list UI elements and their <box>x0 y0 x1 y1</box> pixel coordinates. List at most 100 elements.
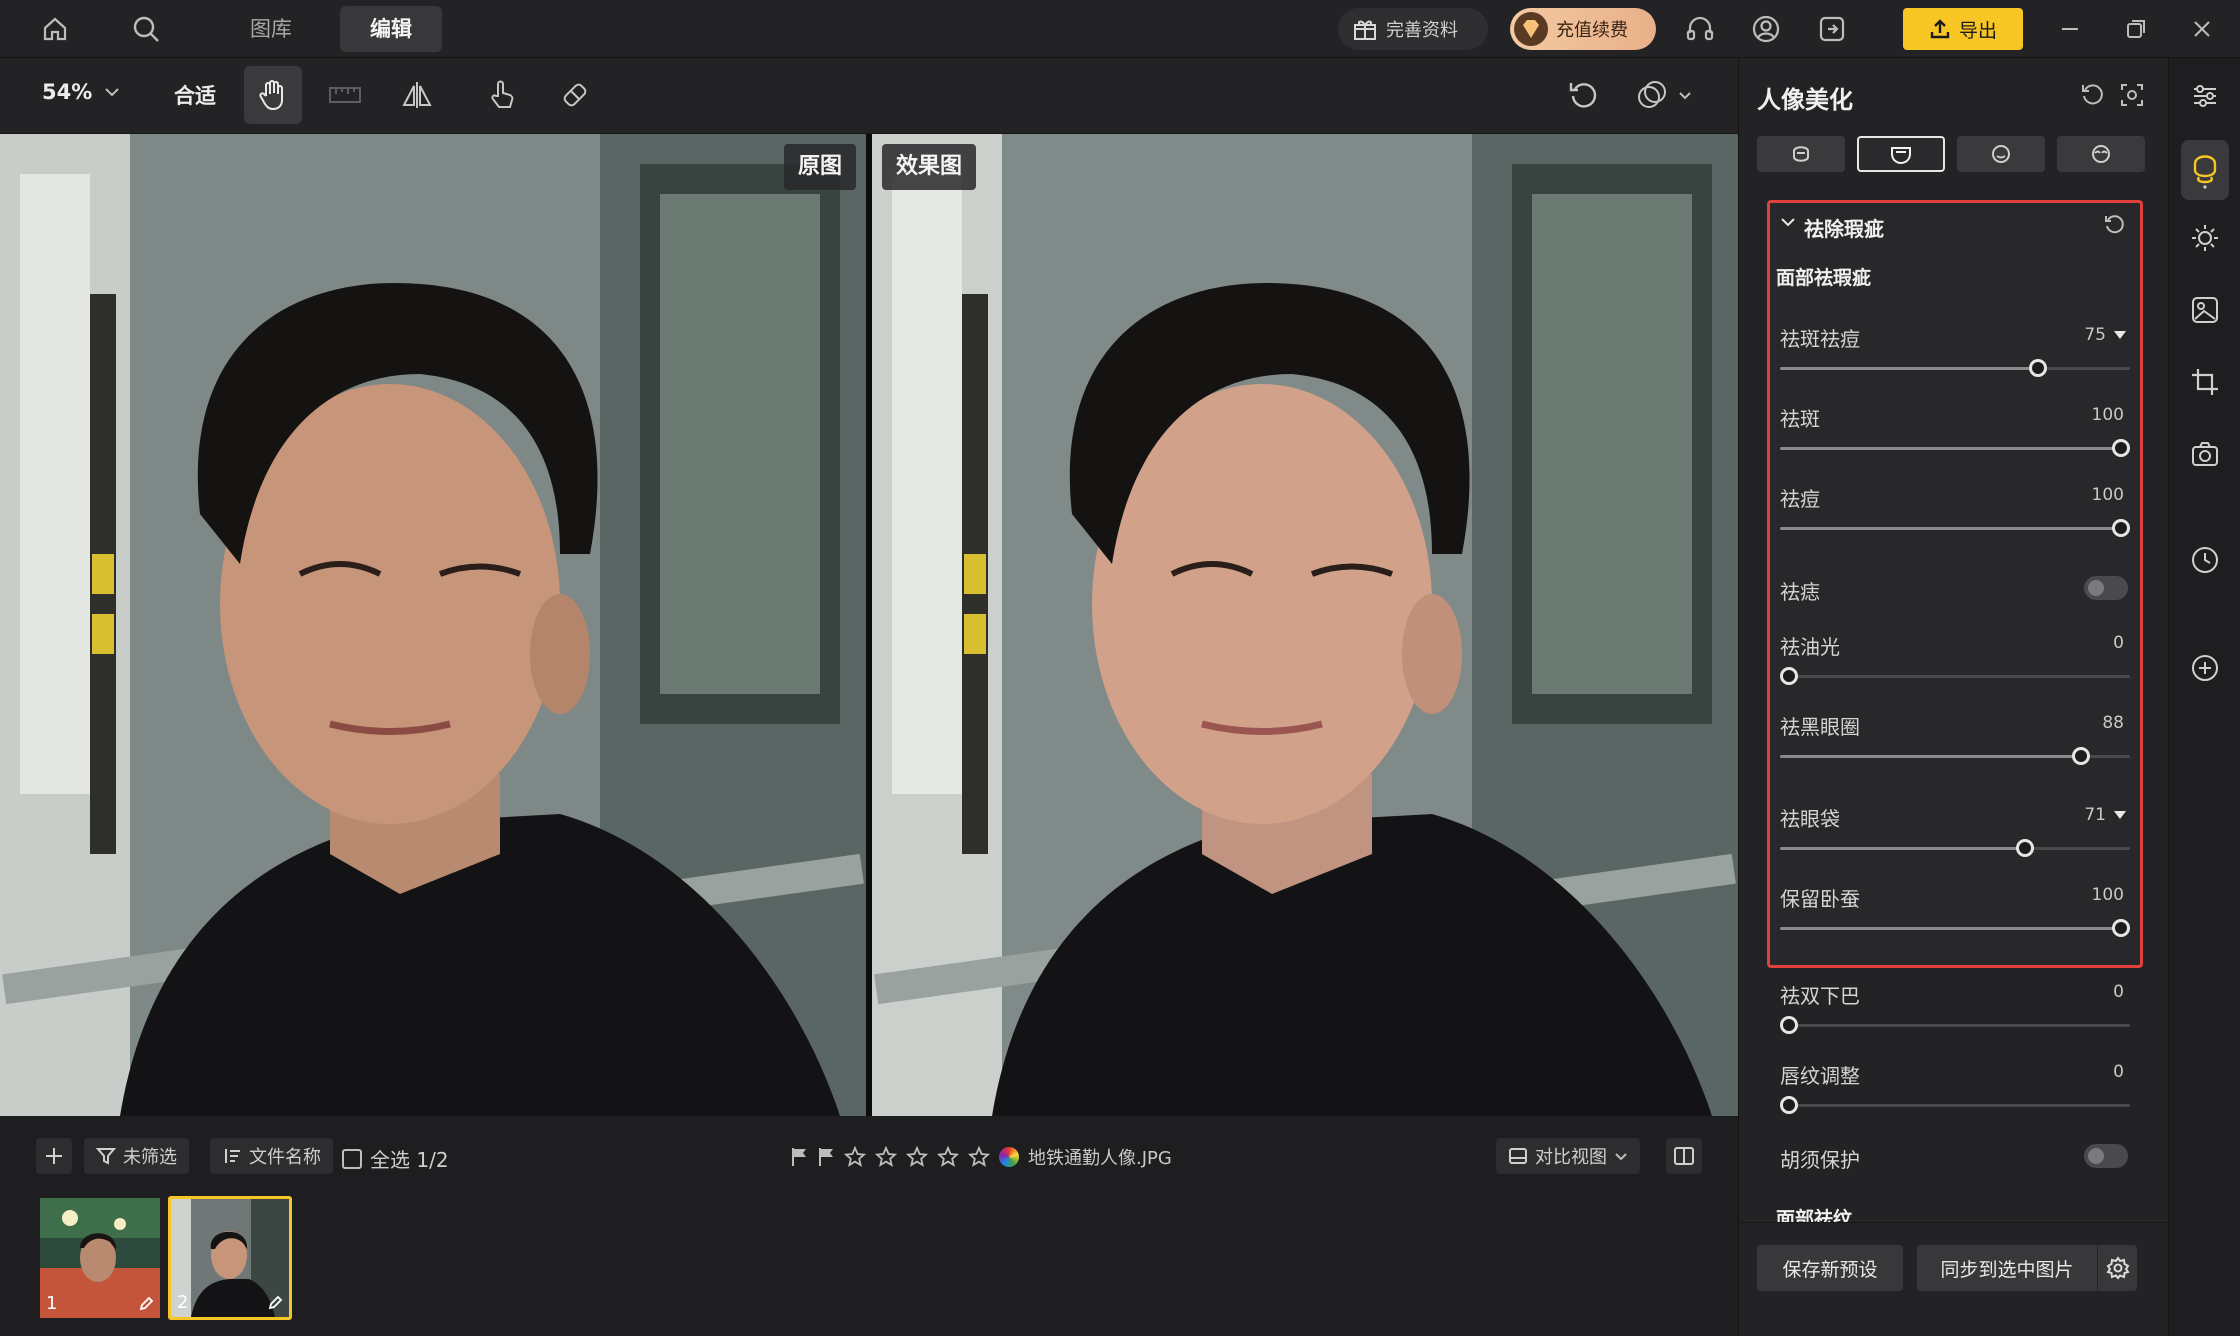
toggle-beard[interactable]: 胡须保护 <box>1770 1144 2140 1174</box>
eraser-icon[interactable] <box>546 66 604 124</box>
slider-handle[interactable] <box>1780 667 1798 685</box>
close-icon[interactable] <box>2182 9 2222 49</box>
touch-pointer-icon[interactable] <box>473 66 531 124</box>
zoom-dropdown[interactable]: 54% <box>42 80 120 104</box>
reject-flag-icon[interactable] <box>817 1147 835 1167</box>
compare-view-icon <box>1508 1146 1528 1166</box>
search-icon[interactable] <box>126 9 166 49</box>
circles-icon <box>1636 79 1668 111</box>
slider-track[interactable] <box>1780 919 2130 937</box>
tool-strip <box>2168 58 2240 1336</box>
slider-value: 0 <box>2113 1062 2124 1082</box>
compare-view-dropdown[interactable]: 对比视图 <box>1496 1138 1640 1174</box>
user-icon[interactable] <box>1746 9 1786 49</box>
image-canvas[interactable]: 原图 效果图 <box>0 134 1738 1116</box>
slider-track[interactable] <box>1780 747 2130 765</box>
add-icon[interactable] <box>36 1138 72 1174</box>
headset-icon[interactable] <box>1680 9 1720 49</box>
slider-handle[interactable] <box>2072 747 2091 765</box>
filmstrip: 1 2 <box>0 1196 1738 1336</box>
tab-gallery[interactable]: 图库 <box>220 6 322 52</box>
camera-icon[interactable] <box>2181 430 2229 478</box>
select-all-checkbox[interactable]: 全选 1/2 <box>342 1144 449 1173</box>
thumbnail[interactable]: 1 <box>38 1196 162 1320</box>
toggle-label: 祛痣 <box>1780 580 1820 604</box>
portrait-beauty-icon[interactable] <box>2181 140 2229 200</box>
hand-tool-icon[interactable] <box>244 66 302 124</box>
color-label-icon[interactable] <box>999 1147 1019 1167</box>
slider-label: 祛黑眼圈 <box>1780 715 1860 739</box>
slider-track[interactable] <box>1780 439 2130 457</box>
settings-gear-icon[interactable] <box>2098 1256 2137 1280</box>
restore-icon[interactable] <box>2116 9 2156 49</box>
crop-icon[interactable] <box>2181 358 2229 406</box>
star-icon[interactable] <box>844 1146 866 1168</box>
fit-button[interactable]: 合适 <box>174 80 216 110</box>
filter-button[interactable]: 未筛选 <box>84 1138 189 1174</box>
slider-track[interactable] <box>1780 839 2130 857</box>
triangle-down-icon[interactable] <box>2114 331 2126 339</box>
share-out-icon[interactable] <box>1812 9 1852 49</box>
flag-icon[interactable] <box>790 1147 808 1167</box>
home-icon[interactable] <box>35 9 75 49</box>
flip-icon[interactable] <box>388 66 446 124</box>
slider-handle[interactable] <box>2015 839 2034 857</box>
slider-label: 祛斑 <box>1780 407 1820 431</box>
chevron-down-icon <box>1614 1152 1628 1161</box>
mole-toggle[interactable] <box>2084 576 2128 600</box>
panel-reset-icon[interactable] <box>2079 82 2105 108</box>
slider-value: 100 <box>2091 405 2124 425</box>
slider-handle[interactable] <box>2112 519 2130 537</box>
brightness-icon[interactable] <box>2181 214 2229 262</box>
slider-track[interactable] <box>1780 1016 2130 1034</box>
star-icon[interactable] <box>875 1146 897 1168</box>
slider-value: 100 <box>2091 485 2124 505</box>
slider-handle[interactable] <box>2112 439 2130 457</box>
slider-track[interactable] <box>1780 1096 2130 1114</box>
sync-to-selected-button[interactable]: 同步到选中图片 <box>1917 1255 2097 1282</box>
split-view-icon[interactable] <box>1666 1138 1702 1174</box>
add-circle-icon[interactable] <box>2181 644 2229 692</box>
thumbnail-number: 2 <box>177 1292 189 1313</box>
face-scan-icon[interactable] <box>2119 82 2145 108</box>
tab-edit[interactable]: 编辑 <box>340 6 442 52</box>
slider-track[interactable] <box>1780 359 2130 377</box>
slider-value: 0 <box>2113 633 2124 653</box>
reset-icon[interactable] <box>1554 66 1612 124</box>
complete-profile-button[interactable]: 完善资料 <box>1338 8 1488 50</box>
ruler-icon[interactable] <box>316 66 374 124</box>
triangle-down-icon[interactable] <box>2114 811 2126 819</box>
minimize-icon[interactable] <box>2050 9 2090 49</box>
slider-handle[interactable] <box>1780 1016 1798 1034</box>
image-adjust-icon[interactable] <box>2181 286 2229 334</box>
slider-handle[interactable] <box>1780 1096 1798 1114</box>
save-preset-button[interactable]: 保存新预设 <box>1757 1245 1903 1291</box>
thumbnail-selected[interactable]: 2 <box>168 1196 292 1320</box>
slider-label: 祛双下巴 <box>1780 984 1860 1008</box>
tab-face-icon[interactable] <box>1757 136 1845 172</box>
slider-label: 祛痘 <box>1780 487 1820 511</box>
slider-handle[interactable] <box>2112 919 2130 937</box>
star-icon[interactable] <box>937 1146 959 1168</box>
sort-button[interactable]: 文件名称 <box>210 1138 333 1174</box>
thumbnail-number: 1 <box>46 1293 58 1314</box>
tab-smile-icon[interactable] <box>1957 136 2045 172</box>
history-icon[interactable] <box>2181 536 2229 584</box>
star-icon[interactable] <box>906 1146 928 1168</box>
sort-icon <box>222 1146 242 1166</box>
section-header[interactable]: 祛除瑕疵 <box>1770 203 2140 247</box>
overlay-mode-dropdown[interactable] <box>1624 66 1704 124</box>
export-button[interactable]: 导出 <box>1903 8 2023 50</box>
tab-mask-icon[interactable] <box>2057 136 2145 172</box>
rating-bar: 地铁通勤人像.JPG <box>790 1144 1172 1170</box>
section-reset-icon[interactable] <box>2102 213 2126 237</box>
result-photo: 效果图 <box>872 134 1738 1116</box>
slider-track[interactable] <box>1780 519 2130 537</box>
beard-toggle[interactable] <box>2084 1144 2128 1168</box>
adjust-sliders-icon[interactable] <box>2181 72 2229 120</box>
slider-handle[interactable] <box>2029 359 2047 377</box>
slider-track[interactable] <box>1780 667 2130 685</box>
recharge-button[interactable]: 充值续费 <box>1510 8 1656 50</box>
tab-skin-icon[interactable] <box>1857 136 1945 172</box>
star-icon[interactable] <box>968 1146 990 1168</box>
